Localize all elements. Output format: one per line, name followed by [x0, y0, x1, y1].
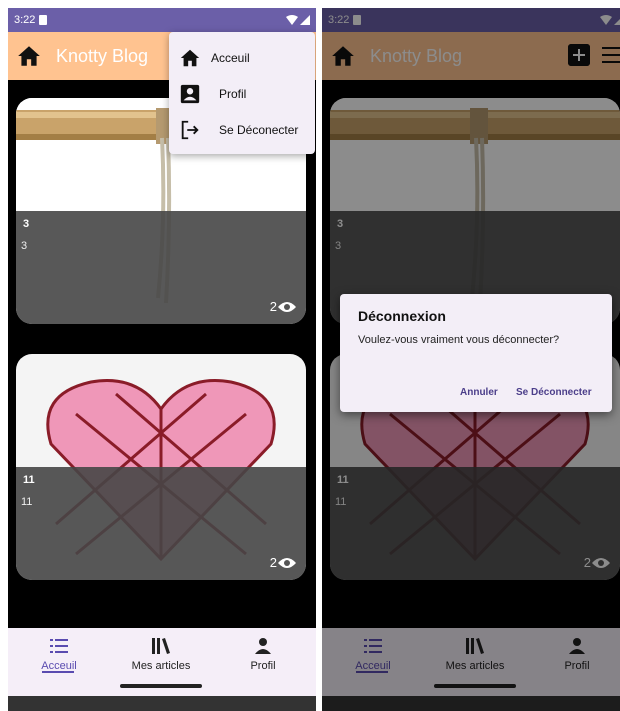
- cancel-button[interactable]: Annuler: [460, 387, 498, 398]
- views-count: 2: [269, 299, 277, 314]
- wifi-icon: [286, 15, 298, 25]
- nav-item-profil[interactable]: Profil: [212, 636, 314, 672]
- menu-item-label: Se Déconecter: [219, 123, 299, 137]
- screen-menu-open: 3:22 Knotty Blog 3 3 2 11 11 2 Acceuil M…: [8, 8, 316, 711]
- nav-item-mes-articles[interactable]: Mes articles: [110, 636, 212, 672]
- nav-item-acceuil[interactable]: Acceuil: [8, 636, 110, 672]
- dialog-message: Voulez-vous vraiment vous déconnecter?: [358, 334, 560, 346]
- post-overlay: [16, 211, 306, 324]
- nav-label: Profil: [250, 660, 276, 672]
- confirm-logout-button[interactable]: Se Déconnecter: [516, 387, 592, 398]
- post-card[interactable]: 11 11 2: [16, 354, 306, 580]
- eye-icon: [278, 301, 296, 312]
- eye-icon: [278, 557, 296, 568]
- status-icons: [286, 15, 310, 25]
- status-time: 3:22: [14, 14, 36, 26]
- home-icon[interactable]: [16, 43, 42, 69]
- library-icon: [152, 638, 170, 654]
- nav-label: Mes articles: [131, 660, 191, 672]
- system-nav-strip: [8, 696, 316, 711]
- menu-item-label: Profil: [219, 87, 247, 101]
- sim-icon: [39, 15, 48, 25]
- status-bar: 3:22: [8, 8, 316, 32]
- post-overlay: [16, 467, 306, 580]
- post-views: 2: [270, 555, 296, 570]
- list-icon: [50, 639, 68, 653]
- account-box-icon: [180, 84, 200, 104]
- overflow-menu: Acceuil Profil Se Déconecter: [169, 32, 315, 154]
- post-views: 2: [270, 299, 296, 314]
- menu-item-se-deconecter[interactable]: Se Déconecter: [169, 112, 315, 148]
- dialog-title: Déconnexion: [358, 308, 446, 324]
- signal-icon: [300, 15, 310, 25]
- gesture-bar: [120, 684, 202, 688]
- menu-item-label: Acceuil: [211, 51, 250, 65]
- post-title: 11: [23, 474, 35, 486]
- post-subtitle: 11: [21, 496, 33, 508]
- menu-item-acceuil[interactable]: Acceuil: [169, 40, 315, 76]
- views-count: 2: [269, 555, 277, 570]
- post-subtitle: 3: [21, 240, 28, 252]
- bottom-navigation: Acceuil Mes articles Profil: [8, 628, 316, 711]
- post-title: 3: [23, 218, 30, 230]
- app-title: Knotty Blog: [56, 45, 149, 66]
- menu-item-profil[interactable]: Profil: [169, 76, 315, 112]
- screen-logout-dialog: 3:22 Knotty Blog 3 3 2: [322, 8, 620, 711]
- logout-icon: [181, 120, 199, 140]
- person-icon: [255, 638, 271, 654]
- home-icon: [180, 49, 200, 67]
- post-feed: 3 3 2 11 11 2: [8, 80, 316, 628]
- logout-dialog: Déconnexion Voulez-vous vraiment vous dé…: [340, 294, 612, 412]
- nav-active-indicator: [42, 671, 74, 673]
